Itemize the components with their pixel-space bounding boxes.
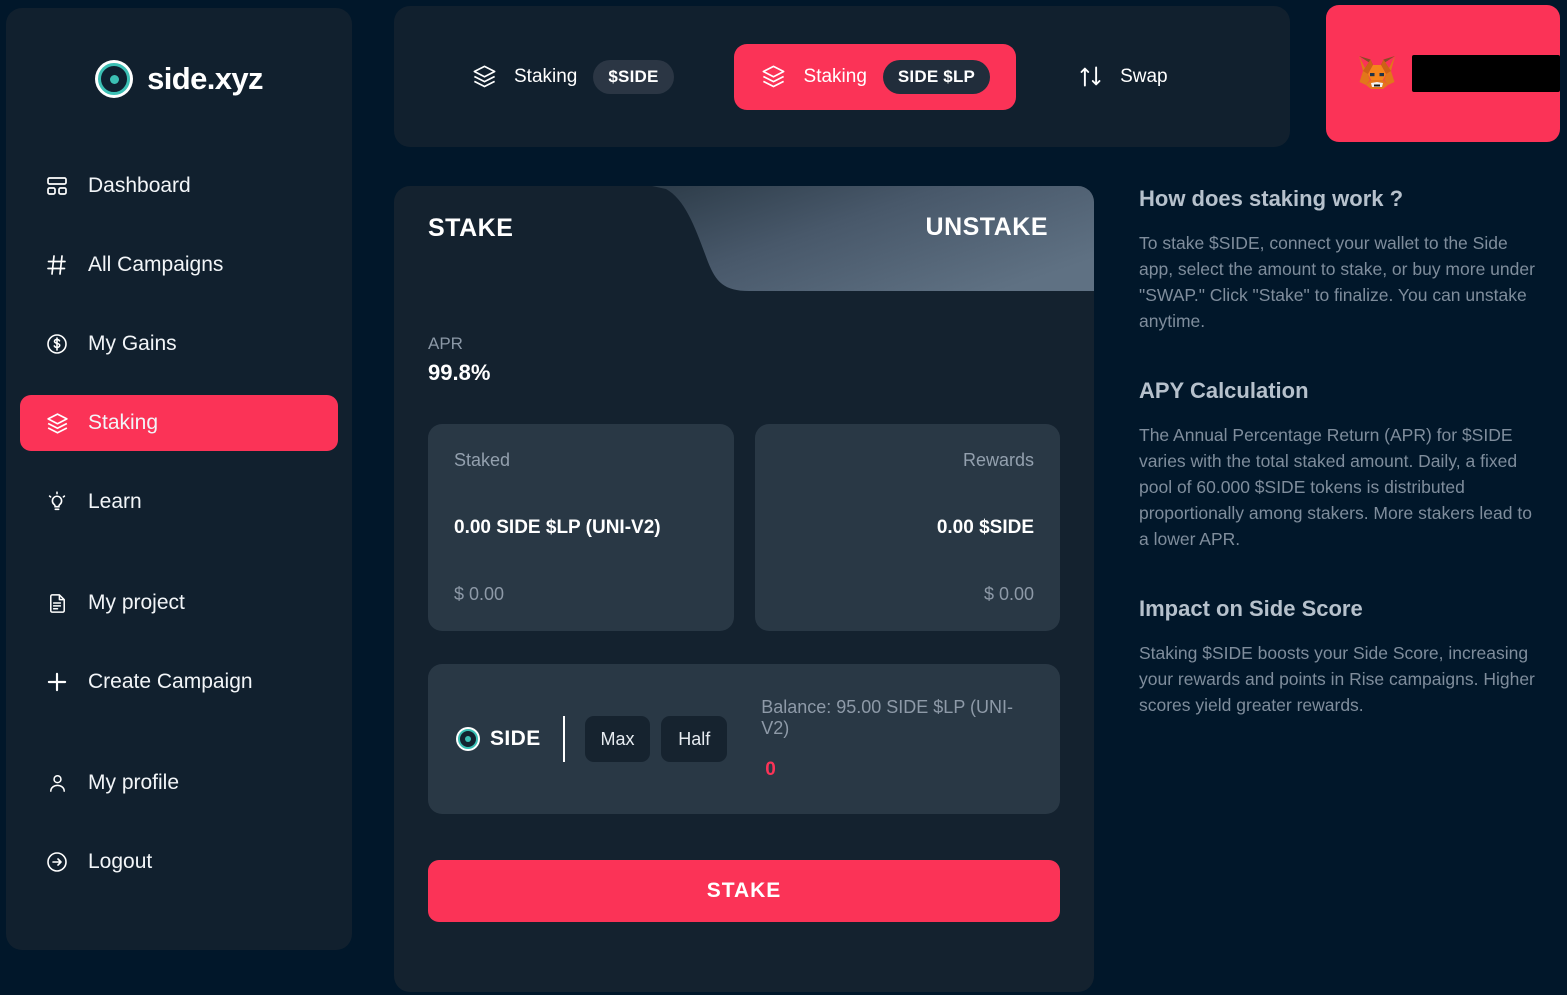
sidebar-item-staking[interactable]: Staking bbox=[20, 395, 338, 451]
sidebar-nav: Dashboard All Campaigns My Gains Staking… bbox=[6, 158, 352, 890]
tab-unstake[interactable]: UNSTAKE bbox=[926, 213, 1048, 242]
layers-icon bbox=[44, 410, 70, 436]
sidebar-item-my-project[interactable]: My project bbox=[20, 575, 338, 631]
staked-card: Staked 0.00 SIDE $LP (UNI-V2) $ 0.00 bbox=[428, 424, 734, 631]
user-icon bbox=[44, 770, 70, 796]
sidebar-divider-2 bbox=[20, 733, 338, 755]
swap-arrows-icon bbox=[1076, 63, 1104, 91]
stats-row: Staked 0.00 SIDE $LP (UNI-V2) $ 0.00 Rew… bbox=[428, 424, 1060, 631]
sidebar-item-my-profile[interactable]: My profile bbox=[20, 755, 338, 811]
lightbulb-icon bbox=[44, 489, 70, 515]
layers-icon bbox=[470, 63, 498, 91]
sidebar-item-logout[interactable]: Logout bbox=[20, 834, 338, 890]
info-heading: How does staking work ? bbox=[1139, 186, 1404, 211]
brand-logo[interactable]: side.xyz bbox=[6, 60, 352, 98]
info-heading: Impact on Side Score bbox=[1139, 596, 1363, 621]
sidebar-item-label: My Gains bbox=[88, 332, 177, 355]
tab-badge: $SIDE bbox=[593, 59, 674, 94]
rewards-title: Rewards bbox=[962, 450, 1034, 470]
token-selector[interactable]: SIDE bbox=[456, 727, 541, 751]
app-root: side.xyz Dashboard All Campaigns My Gain… bbox=[0, 0, 1567, 995]
stake-panel: STAKE UNSTAKE APR 99.8% Staked 0.00 SIDE… bbox=[394, 186, 1094, 992]
sidebar-item-all-campaigns[interactable]: All Campaigns bbox=[20, 237, 338, 293]
amount-input[interactable] bbox=[765, 759, 1026, 781]
document-icon bbox=[44, 590, 70, 616]
sidebar-item-label: My profile bbox=[88, 771, 180, 794]
top-navigation: Staking $SIDE Staking SIDE $LP Swap bbox=[394, 6, 1290, 147]
tab-stake[interactable]: STAKE bbox=[428, 214, 513, 243]
amount-input-card: SIDE Max Half Balance: 95.00 SIDE $LP (U… bbox=[428, 664, 1060, 814]
info-panel: How does staking work ? To stake $SIDE, … bbox=[1139, 186, 1539, 718]
plus-icon bbox=[44, 669, 70, 695]
balance-text: Balance: 95.00 SIDE $LP (UNI-V2) bbox=[761, 697, 1013, 738]
apr-label: APR bbox=[428, 334, 463, 353]
metamask-fox-icon bbox=[1356, 54, 1398, 94]
tab-staking-side-lp[interactable]: Staking SIDE $LP bbox=[733, 43, 1017, 110]
max-button[interactable]: Max bbox=[584, 716, 651, 762]
sidebar-item-label: My project bbox=[88, 591, 185, 614]
sidebar-item-learn[interactable]: Learn bbox=[20, 474, 338, 530]
half-button[interactable]: Half bbox=[661, 716, 728, 762]
info-block-how-staking-works: How does staking work ? To stake $SIDE, … bbox=[1139, 186, 1539, 334]
apr-value: 99.8% bbox=[428, 360, 491, 385]
sidebar-item-label: Dashboard bbox=[88, 174, 191, 197]
logout-arrow-icon bbox=[44, 849, 70, 875]
tab-label: Staking bbox=[803, 65, 867, 87]
tab-swap[interactable]: Swap bbox=[1054, 47, 1190, 107]
sidebar-item-my-gains[interactable]: My Gains bbox=[20, 316, 338, 372]
divider bbox=[562, 716, 565, 762]
sidebar: side.xyz Dashboard All Campaigns My Gain… bbox=[6, 8, 352, 950]
layers-icon bbox=[760, 63, 788, 91]
apr-block: APR 99.8% bbox=[428, 334, 1094, 386]
info-body: Staking $SIDE boosts your Side Score, in… bbox=[1139, 643, 1535, 715]
sidebar-item-create-campaign[interactable]: Create Campaign bbox=[20, 654, 338, 710]
token-symbol: SIDE bbox=[490, 727, 541, 750]
staked-title: Staked bbox=[454, 450, 511, 470]
sidebar-item-label: Learn bbox=[88, 490, 142, 513]
tab-staking-side[interactable]: Staking $SIDE bbox=[448, 44, 696, 110]
balance-column: Balance: 95.00 SIDE $LP (UNI-V2) bbox=[761, 697, 1032, 781]
info-body: The Annual Percentage Return (APR) for $… bbox=[1139, 425, 1532, 549]
sidebar-item-label: Create Campaign bbox=[88, 670, 253, 693]
layout-dashboard-icon bbox=[44, 173, 70, 199]
sidebar-item-label: Staking bbox=[88, 411, 159, 434]
wallet-address-redacted bbox=[1412, 55, 1560, 92]
stake-submit-button[interactable]: STAKE bbox=[428, 860, 1060, 922]
tab-label: Swap bbox=[1120, 65, 1168, 87]
eye-icon bbox=[95, 60, 134, 98]
staked-usd: $ 0.00 bbox=[454, 584, 505, 604]
eye-icon bbox=[456, 727, 480, 751]
wallet-button[interactable] bbox=[1326, 5, 1560, 142]
info-heading: APY Calculation bbox=[1139, 378, 1309, 403]
sidebar-divider bbox=[20, 553, 338, 575]
hash-icon bbox=[44, 252, 70, 278]
info-block-impact-side-score: Impact on Side Score Staking $SIDE boost… bbox=[1139, 596, 1539, 718]
rewards-amount: 0.00 $SIDE bbox=[936, 516, 1034, 538]
rewards-usd: $ 0.00 bbox=[983, 584, 1034, 604]
info-body: To stake $SIDE, connect your wallet to t… bbox=[1139, 233, 1535, 331]
sidebar-item-label: Logout bbox=[88, 850, 153, 873]
rewards-card: Rewards 0.00 $SIDE $ 0.00 bbox=[754, 424, 1060, 631]
tab-badge: SIDE $LP bbox=[882, 59, 991, 94]
brand-name: side.xyz bbox=[147, 61, 263, 96]
tab-label: Staking bbox=[514, 65, 578, 87]
sidebar-item-dashboard[interactable]: Dashboard bbox=[20, 158, 338, 214]
stake-unstake-tabs: STAKE UNSTAKE bbox=[394, 186, 1094, 291]
info-block-apy-calculation: APY Calculation The Annual Percentage Re… bbox=[1139, 378, 1539, 552]
dollar-circle-icon bbox=[44, 331, 70, 357]
sidebar-item-label: All Campaigns bbox=[88, 253, 224, 276]
staked-amount: 0.00 SIDE $LP (UNI-V2) bbox=[454, 516, 661, 538]
